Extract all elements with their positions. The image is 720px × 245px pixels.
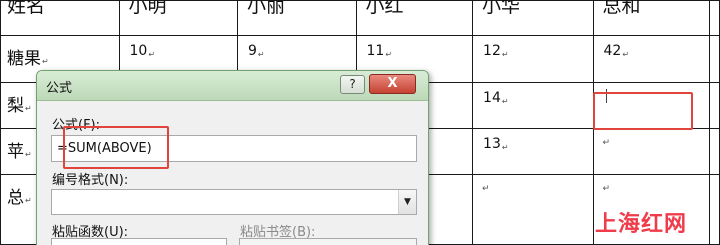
table-edge-cell	[709, 0, 720, 36]
row-label: 总	[7, 188, 24, 208]
close-button[interactable]: X	[369, 74, 416, 94]
header-cell[interactable]: 小丽	[237, 0, 357, 36]
header-cell[interactable]: 小明	[118, 0, 238, 36]
table-header-row: 姓名 小明 小丽 小红 小华 总和	[0, 0, 720, 36]
number-format-select[interactable]: ▼	[51, 189, 417, 215]
cell-value: 9	[248, 43, 257, 59]
header-xiaoli: 小丽	[247, 0, 286, 17]
paragraph-mark-icon: ↵	[385, 50, 393, 59]
paragraph-mark-icon: ↵	[501, 97, 509, 106]
document-canvas: 姓名 小明 小丽 小红 小华 总和 糖果↵ 10↵ 9↵ 11↵ 12↵ 42↵…	[0, 0, 720, 245]
paragraph-mark-icon: ↵	[602, 138, 611, 148]
cell-value: 11	[366, 43, 385, 59]
paragraph-mark-icon: ↵	[501, 143, 509, 152]
header-xiaoming: 小明	[128, 0, 167, 17]
paragraph-mark-icon: ↵	[482, 184, 490, 194]
paragraph-mark-icon: ↵	[148, 50, 156, 59]
cell-value: 13	[483, 136, 501, 152]
header-cell[interactable]: 总和	[592, 0, 711, 36]
table-edge-cell	[709, 128, 720, 175]
table-cell[interactable]: 42↵	[592, 35, 711, 83]
table-edge-cell	[709, 35, 720, 83]
row-label: 苹	[7, 142, 24, 162]
paragraph-mark-icon: ↵	[602, 184, 611, 194]
table-cell[interactable]: ↵	[592, 128, 711, 175]
dropdown-arrow-icon[interactable]: ▼	[398, 190, 416, 214]
header-xiaohua: 小华	[482, 0, 521, 17]
dialog-title: 公式	[46, 81, 73, 96]
table-cell[interactable]: 13↵	[472, 128, 594, 175]
header-name: 姓名	[7, 0, 46, 17]
header-cell[interactable]: 小华	[472, 0, 594, 36]
paste-bookmark-select[interactable]	[239, 238, 417, 245]
paragraph-mark-icon: ↵	[25, 150, 32, 159]
paste-function-select[interactable]	[51, 238, 227, 245]
header-cell[interactable]: 小红	[355, 0, 474, 36]
formula-dialog: 公式 ? X 公式(F): =SUM(ABOVE) 编号格式(N): ▼ 粘贴函…	[36, 70, 429, 245]
header-cell[interactable]: 姓名	[0, 0, 120, 36]
paragraph-mark-icon: ↵	[42, 57, 49, 66]
header-xiaohong: 小红	[365, 0, 404, 17]
cell-value: 10	[129, 43, 148, 59]
paragraph-mark-icon: ↵	[622, 50, 630, 59]
formula-highlight	[63, 126, 169, 169]
table-cell[interactable]: 14↵	[472, 82, 594, 129]
table-edge-cell	[709, 174, 720, 245]
watermark-logo: 上海红网	[595, 212, 688, 237]
cell-value: 42	[603, 43, 622, 59]
paragraph-mark-icon: ↵	[501, 50, 509, 59]
paragraph-mark-icon: ↵	[25, 196, 32, 205]
number-format-label: 编号格式(N):	[52, 173, 129, 188]
target-cell-highlight	[593, 92, 693, 130]
paragraph-mark-icon: ↵	[25, 104, 32, 113]
paragraph-mark-icon: ↵	[257, 50, 265, 59]
dialog-title-bar[interactable]: 公式 ? X	[37, 71, 428, 101]
cell-value: 12	[483, 43, 501, 59]
table-edge-cell	[709, 82, 720, 129]
row-label: 糖果	[7, 49, 41, 69]
header-total: 总和	[602, 0, 641, 17]
cell-value: 14	[483, 90, 501, 106]
table-cell[interactable]: ↵	[472, 174, 594, 245]
table-cell[interactable]: 12↵	[472, 35, 594, 83]
help-button[interactable]: ?	[340, 75, 365, 94]
row-label: 梨	[7, 96, 24, 116]
